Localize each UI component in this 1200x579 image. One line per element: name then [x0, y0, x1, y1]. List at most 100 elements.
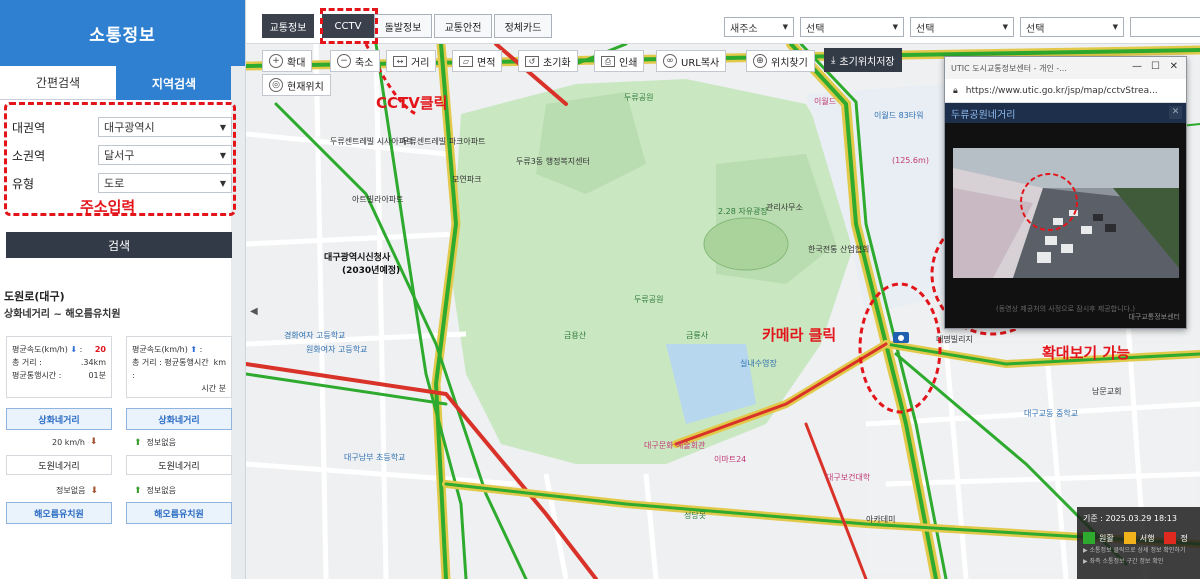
map-label-mart: 이마트24 [714, 455, 747, 464]
save-initial-location-label: 초기위치저장 [839, 56, 895, 68]
map-label-school4: 대구교동 중학교 [1024, 409, 1079, 418]
zoom-annotation-label: 확대보기 가능 [1042, 344, 1131, 362]
segment-speed-value: 20 km/h [52, 437, 85, 447]
lock-icon: 🔒︎ [953, 85, 958, 96]
camera-annotation-label: 카메라 클릭 [762, 326, 837, 344]
tab-traffic[interactable]: 교통정보 [262, 14, 314, 38]
map-label-school3: 대구남부 초등학교 [344, 453, 406, 462]
close-icon[interactable]: ✕ [1169, 106, 1182, 119]
zoom-in-button[interactable]: + 확대 [262, 50, 313, 72]
address-search-input[interactable] [1130, 17, 1200, 37]
cctv-video-image [953, 148, 1179, 278]
sido-value: 선택 [806, 23, 825, 35]
printer-icon: ⎙ [601, 55, 615, 67]
cctv-popup-window[interactable]: UTIC 도시교통정보센터 - 개인 -... — ☐ ✕ 🔒︎ https:/… [944, 56, 1187, 329]
chevron-down-icon: ▼ [782, 23, 788, 31]
legend-label-slow: 서행 [1139, 533, 1155, 543]
popup-url-text: https://www.utic.go.kr/jsp/map/cctvStrea… [965, 85, 1158, 96]
legend-items: 원활 서행 정 [1083, 532, 1194, 544]
traffic-legend: 기준 : 2025.03.29 18:13 원활 서행 정 ▶ 소통정보 클릭으… [1077, 507, 1200, 579]
legend-swatch-smooth [1083, 532, 1095, 544]
chevron-down-icon: ▼ [892, 23, 898, 31]
distance-label: 총 거리 : [12, 358, 42, 367]
segment-info-value: 정보없음 [146, 486, 176, 495]
arrow-down-icon: ⬇ [90, 485, 98, 496]
distance-button[interactable]: ↔ 거리 [386, 50, 437, 72]
route-start-forward[interactable]: 상화네거리 [6, 408, 112, 430]
map-label-academy: 아카데미 [866, 515, 896, 524]
travel-time-label: 평균통행시간 : [12, 371, 62, 380]
arrow-up-icon: ⬆ [134, 437, 142, 448]
plus-icon: + [269, 54, 283, 68]
map-label-apt3: 두류센트레빌 시사아파트 [330, 137, 414, 146]
ruler-icon: ↔ [393, 55, 407, 67]
area-button[interactable]: ▱ 면적 [452, 50, 503, 72]
popup-urlbar[interactable]: 🔒︎ https://www.utic.go.kr/jsp/map/cctvSt… [945, 79, 1186, 103]
address-type-select[interactable]: 새주소 ▼ [724, 17, 794, 37]
sidebar-title: 소통정보 [0, 0, 245, 66]
camera-name: 두류공원네거리 [951, 109, 1016, 121]
tab-incident[interactable]: 돌발정보 [374, 14, 432, 38]
distance-value: .34km [80, 358, 106, 367]
map-label-cityhall-year: (2030년예정) [342, 266, 401, 276]
map-label-swim: 실내수영장 [740, 359, 777, 368]
dong-value: 선택 [1026, 23, 1045, 35]
segment-info-reverse-2: ⬆ 정보없음 [134, 485, 176, 496]
maximize-icon[interactable]: ☐ [1151, 61, 1160, 72]
close-icon[interactable]: ✕ [1170, 61, 1178, 72]
zoom-out-label: 축소 [355, 57, 374, 69]
sidebar-collapse-handle[interactable]: ◀ [250, 306, 258, 317]
sigungu-select[interactable]: 선택 ▼ [910, 17, 1014, 37]
search-button[interactable]: 검색 [6, 232, 232, 258]
arrow-up-icon: ⬆ [134, 485, 142, 496]
road-subtitle: 상화네거리 ~ 해오름유치원 [4, 309, 121, 320]
find-location-button[interactable]: ⊕ 위치찾기 [746, 50, 815, 72]
map-label-hotel: 대명빌리지 [936, 335, 973, 344]
map-label-lib: 두류3동 행정복지센터 [516, 157, 590, 166]
route-end-forward[interactable]: 해오름유치원 [6, 502, 112, 524]
print-label: 인쇄 [619, 57, 638, 69]
minus-icon: − [337, 54, 351, 68]
popup-camera-header: 두류공원네거리 ✕ [945, 103, 1186, 123]
popup-titlebar[interactable]: UTIC 도시교통정보센터 - 개인 -... — ☐ ✕ [945, 57, 1186, 79]
copy-url-button[interactable]: ∞ URL복사 [656, 50, 727, 72]
travel-time-value: 시간 분 [201, 384, 226, 393]
route-end-reverse[interactable]: 해오름유치원 [126, 502, 232, 524]
minimize-icon[interactable]: — [1132, 61, 1142, 72]
segment-speed-forward: 20 km/h ⬇ [52, 437, 97, 447]
crosshair-icon: ⊕ [753, 54, 767, 68]
reset-button[interactable]: ↺ 초기화 [518, 50, 578, 72]
route-mid-forward[interactable]: 도원네거리 [6, 455, 112, 475]
route-start-reverse[interactable]: 상화네거리 [126, 408, 232, 430]
cctv-video-frame[interactable] [953, 148, 1179, 278]
map-label-bank: 모연파크 [452, 175, 482, 184]
map-label-tower-height: (125.6m) [892, 156, 929, 165]
arrow-down-icon: ⬇ [70, 345, 78, 354]
print-button[interactable]: ⎙ 인쇄 [594, 50, 645, 72]
current-location-button[interactable]: ◎ 현재위치 [262, 74, 331, 96]
sido-select[interactable]: 선택 ▼ [800, 17, 904, 37]
current-location-label: 현재위치 [287, 81, 324, 93]
map-label-kumryongsa: 금룡사 [686, 331, 709, 340]
avg-speed-label: 평균속도(km/h) [12, 345, 68, 354]
tab-simple-search[interactable]: 간편검색 [0, 66, 116, 100]
chevron-down-icon: ▼ [1002, 23, 1008, 31]
zoom-out-button[interactable]: − 축소 [330, 50, 381, 72]
tab-congestion-card[interactable]: 정체카드 [494, 14, 552, 38]
copy-url-label: URL복사 [681, 57, 720, 69]
link-icon: ∞ [663, 54, 677, 68]
save-initial-location-button[interactable]: ⤓ 초기위치저장 [824, 48, 902, 72]
arrow-up-icon: ⬆ [190, 345, 198, 354]
tab-region-search[interactable]: 지역검색 [116, 66, 232, 100]
arrow-down-icon: ⬇ [89, 437, 98, 447]
find-location-label: 위치찾기 [771, 57, 808, 69]
map-label-university: 대구보건대학 [826, 473, 871, 482]
map-label-stadium: 2.28 자유광장 [718, 207, 768, 216]
dong-select[interactable]: 선택 ▼ [1020, 17, 1124, 37]
tab-safety[interactable]: 교통안전 [434, 14, 492, 38]
download-icon: ⤓ [831, 54, 836, 66]
avg-speed-value: 20 [94, 345, 106, 354]
map-label-school2: 원화여자 고등학교 [306, 345, 368, 354]
segment-info-forward: 정보없음 ⬇ [56, 485, 98, 496]
route-mid-reverse[interactable]: 도원네거리 [126, 455, 232, 475]
